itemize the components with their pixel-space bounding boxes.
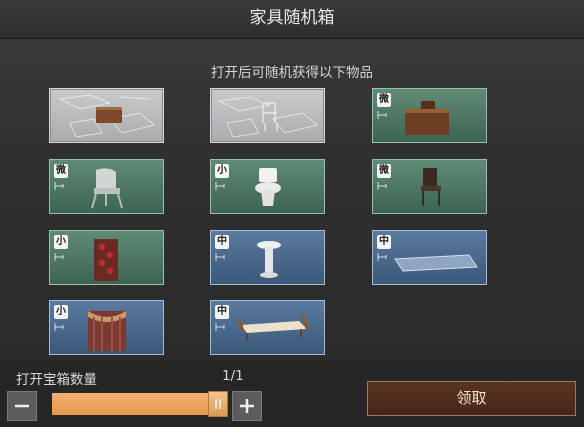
item-chair-blueprint[interactable]: [210, 88, 325, 143]
desk-blueprint-icon: [58, 94, 155, 138]
armchair-icon: [91, 168, 123, 209]
cabinet-icon: [405, 101, 449, 135]
slider-fill: [52, 393, 218, 415]
item-desk-blueprint[interactable]: [49, 88, 164, 143]
item-cabinet[interactable]: 微: [372, 88, 487, 143]
pedestal-sink-icon: [257, 241, 281, 278]
item-chaise-lounge[interactable]: 中: [210, 300, 325, 355]
item-wooden-chair[interactable]: 微: [372, 159, 487, 214]
toilet-icon: [255, 168, 281, 206]
wooden-chair-icon: [421, 168, 441, 206]
curtain-stage-icon: [88, 311, 126, 351]
decrease-button[interactable]: [7, 391, 37, 421]
plus-icon: [240, 399, 254, 413]
rug-icon: [394, 254, 478, 272]
page-title: 家具随机箱: [249, 8, 335, 28]
open-quantity-count: 1/1: [222, 368, 244, 384]
item-pedestal-sink[interactable]: 中: [210, 230, 325, 285]
quantity-slider[interactable]: [52, 391, 228, 417]
increase-button[interactable]: [232, 391, 262, 421]
panel-subtitle: 打开后可随机获得以下物品: [211, 65, 373, 81]
claim-button[interactable]: 领取: [367, 381, 576, 416]
item-toilet[interactable]: 小: [210, 159, 325, 214]
item-floral-cabinet[interactable]: 小: [49, 230, 164, 285]
grip-icon: [215, 399, 221, 409]
chair-blueprint-icon: [217, 96, 318, 138]
slider-handle[interactable]: [208, 391, 228, 417]
item-curtain-stage[interactable]: 小: [49, 300, 164, 355]
floral-cabinet-icon: [94, 239, 118, 281]
item-armchair[interactable]: 微: [49, 159, 164, 214]
open-quantity-label: 打开宝箱数量: [16, 372, 97, 388]
item-rug[interactable]: 中: [372, 230, 487, 285]
chaise-lounge-icon: [237, 314, 309, 341]
minus-icon: [15, 404, 29, 408]
